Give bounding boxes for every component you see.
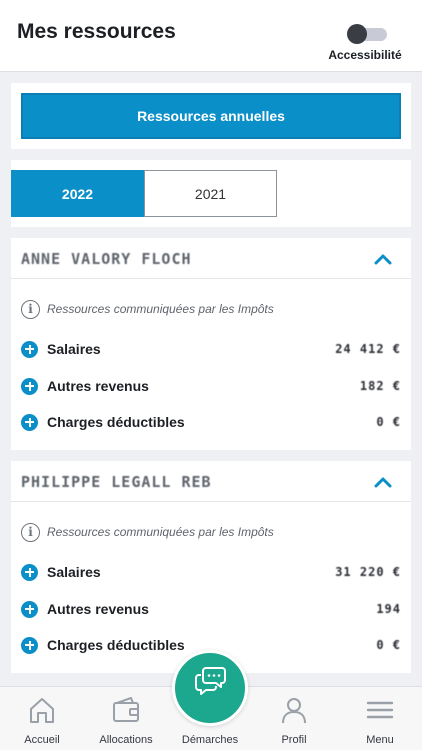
resource-value: 31 220 € [335,565,401,579]
year-selector: 2022 2021 [11,160,411,227]
user-icon [282,698,306,724]
nav-label: Démarches [181,734,239,746]
wallet-icon [113,697,139,722]
nav-label: Profil [281,734,307,746]
plus-circle-icon [21,340,38,358]
person-resources-card: ANNE VALORY FLOCH i Ressources communiqu… [11,238,411,450]
resource-label: Autres revenus [47,601,149,617]
resource-label: Charges déductibles [47,637,185,653]
chevron-up-icon[interactable] [373,252,393,266]
plus-circle-icon [21,600,38,618]
accessibility-label: Accessibilité [328,48,402,62]
page-title: Mes ressources [17,20,176,43]
nav-item-accueil[interactable]: Accueil [0,687,84,750]
resource-value: 24 412 € [335,342,401,356]
person-name: PHILIPPE LEGALL REB [21,473,212,491]
info-notice: i Ressources communiquées par les Impôts [21,522,274,542]
tab-2021[interactable]: 2021 [144,170,277,217]
plus-circle-icon [21,377,38,395]
info-icon: i [21,522,40,542]
plus-circle-icon [21,563,38,581]
info-icon: i [21,299,40,319]
resource-label: Autres revenus [47,378,149,394]
resource-label: Salaires [47,564,101,580]
chat-button[interactable] [172,650,248,726]
resource-value: 194 [376,602,401,616]
person-header[interactable]: ANNE VALORY FLOCH [11,238,411,279]
person-resources-card: PHILIPPE LEGALL REB i Ressources communi… [11,461,411,673]
info-notice: i Ressources communiquées par les Impôts [21,299,274,319]
resource-value: 182 € [359,379,401,393]
home-icon [30,698,54,723]
info-text: Ressources communiquées par les Impôts [47,525,274,539]
chat-bubbles-icon [195,667,226,695]
resource-row-salaires[interactable]: Salaires 24 412 € [21,339,401,359]
nav-item-profil[interactable]: Profil [252,687,336,750]
resource-value: 0 € [376,415,401,429]
chevron-up-icon[interactable] [373,475,393,489]
nav-label: Accueil [24,734,60,746]
nav-label: Menu [366,734,394,746]
resource-row-autres-revenus[interactable]: Autres revenus 182 € [21,376,401,396]
resource-value: 0 € [376,638,401,652]
resource-label: Salaires [47,341,101,357]
annual-resources-button[interactable]: Ressources annuelles [21,93,401,139]
plus-circle-icon [21,636,38,654]
plus-circle-icon [21,413,38,431]
resource-label: Charges déductibles [47,414,185,430]
resource-row-charges-deductibles[interactable]: Charges déductibles 0 € [21,412,401,432]
accessibility-toggle[interactable]: Accessibilité [325,24,405,62]
person-name: ANNE VALORY FLOCH [21,250,192,268]
nav-item-menu[interactable]: Menu [338,687,422,750]
resource-row-autres-revenus[interactable]: Autres revenus 194 [21,599,401,619]
person-header[interactable]: PHILIPPE LEGALL REB [11,461,411,502]
hamburger-menu-icon [366,701,394,719]
annual-resources-card: Ressources annuelles [11,83,411,149]
toggle-knob [347,24,367,44]
tab-2022[interactable]: 2022 [11,170,144,217]
toggle-switch[interactable] [343,24,387,44]
nav-label: Allocations [99,734,153,746]
info-text: Ressources communiquées par les Impôts [47,302,274,316]
app-header: Mes ressources Accessibilité [0,0,422,72]
nav-item-allocations[interactable]: Allocations [84,687,168,750]
resource-row-salaires[interactable]: Salaires 31 220 € [21,562,401,582]
